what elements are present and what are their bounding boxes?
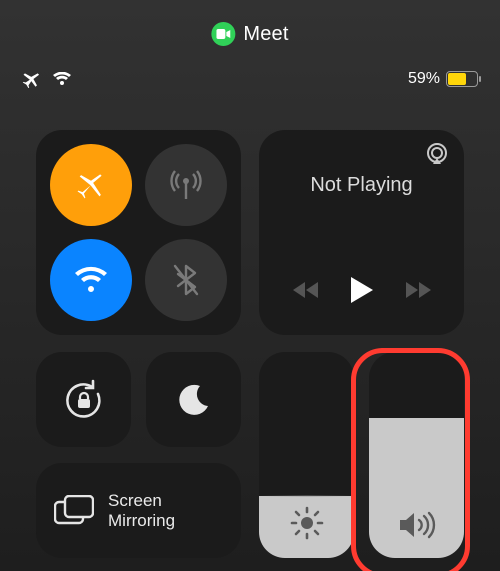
wifi-status-icon bbox=[52, 72, 72, 86]
bluetooth-off-icon bbox=[172, 262, 200, 298]
volume-icon bbox=[398, 510, 436, 540]
moon-icon bbox=[176, 382, 212, 418]
airplay-icon[interactable] bbox=[424, 142, 450, 166]
play-button[interactable] bbox=[349, 275, 375, 305]
screen-mirroring-label: ScreenMirroring bbox=[108, 491, 175, 530]
control-center-screen: Meet 59% bbox=[0, 0, 500, 571]
active-app-label: Meet bbox=[243, 23, 288, 46]
airplane-mode-status-icon bbox=[22, 70, 42, 88]
rotation-lock-toggle[interactable] bbox=[36, 352, 131, 447]
brightness-slider[interactable] bbox=[259, 352, 354, 558]
volume-slider[interactable] bbox=[369, 352, 464, 558]
brightness-icon bbox=[290, 506, 324, 540]
connectivity-tile[interactable] bbox=[36, 130, 241, 335]
camera-active-indicator bbox=[211, 22, 235, 46]
media-tile[interactable]: Not Playing bbox=[259, 130, 464, 335]
cellular-data-toggle[interactable] bbox=[145, 144, 227, 226]
airplane-icon bbox=[74, 168, 108, 202]
screen-mirroring-button[interactable]: ScreenMirroring bbox=[36, 463, 241, 558]
do-not-disturb-toggle[interactable] bbox=[146, 352, 241, 447]
video-icon bbox=[216, 29, 230, 39]
now-playing-label: Not Playing bbox=[259, 174, 464, 197]
previous-track-button[interactable] bbox=[292, 280, 320, 300]
active-app-pill[interactable]: Meet bbox=[211, 22, 288, 46]
bluetooth-toggle[interactable] bbox=[145, 239, 227, 321]
rotation-lock-icon bbox=[62, 378, 106, 422]
wifi-toggle[interactable] bbox=[50, 239, 132, 321]
airplane-mode-toggle[interactable] bbox=[50, 144, 132, 226]
screen-mirroring-icon bbox=[54, 495, 94, 527]
battery-percentage: 59% bbox=[408, 70, 440, 88]
battery-icon bbox=[446, 71, 478, 87]
wifi-icon bbox=[72, 265, 110, 295]
next-track-button[interactable] bbox=[404, 280, 432, 300]
status-bar: 59% bbox=[0, 70, 500, 94]
cellular-antenna-icon bbox=[166, 165, 206, 205]
